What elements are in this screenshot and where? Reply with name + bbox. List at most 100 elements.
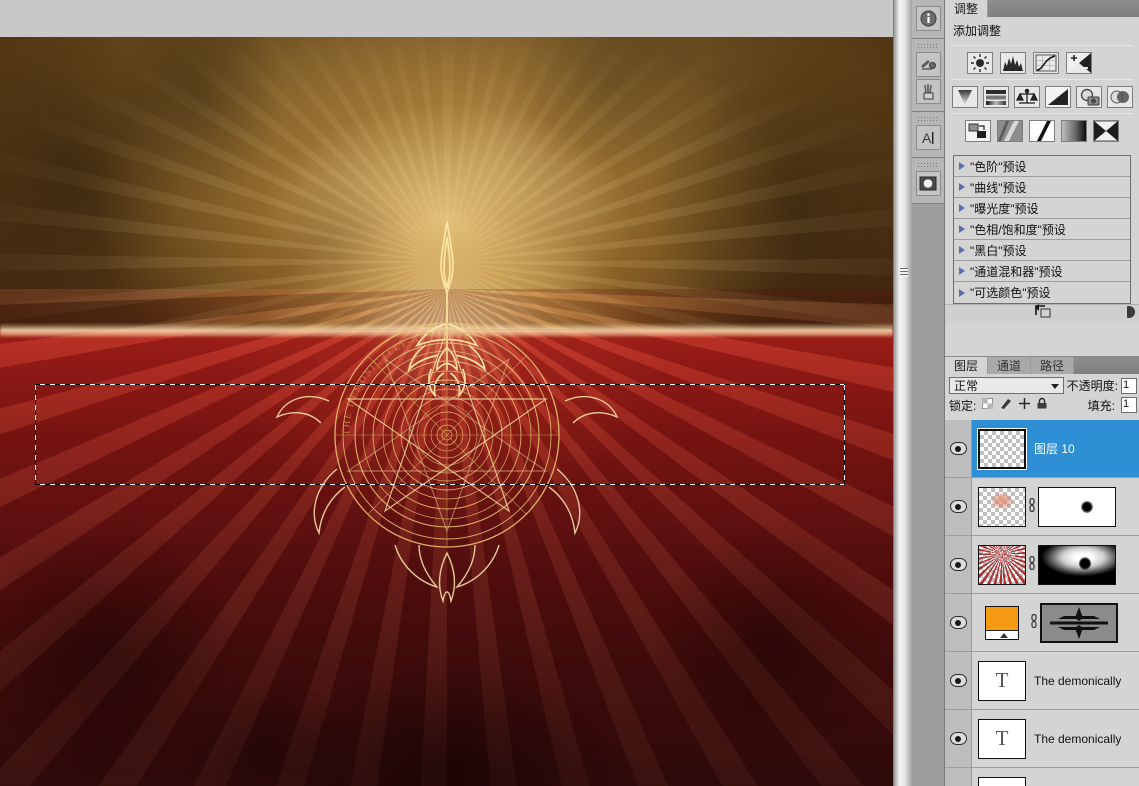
preset-item[interactable]: "通道混和器"预设 [954, 261, 1130, 282]
invert-icon[interactable] [965, 120, 991, 142]
layer-thumbnail[interactable]: T [978, 719, 1026, 759]
dock-drag-handle-type[interactable] [917, 116, 939, 122]
tab-adjustments[interactable]: 调整 [945, 0, 988, 17]
chevron-right-icon [959, 183, 965, 191]
opacity-label: 不透明度: [1067, 377, 1118, 394]
posterize-icon[interactable] [997, 120, 1023, 142]
layer-thumbnail[interactable] [978, 429, 1026, 469]
layer-mask-thumbnail[interactable] [1040, 603, 1118, 643]
adjustments-tabbar: 调整 [945, 0, 1139, 17]
dock-drag-handle-masks[interactable] [917, 162, 939, 168]
tool-presets-icon[interactable] [916, 52, 941, 77]
layer-row[interactable] [945, 536, 1139, 594]
layer-visibility-toggle[interactable] [945, 478, 972, 535]
curves-icon[interactable] [1033, 52, 1059, 74]
selection-marquee[interactable] [35, 384, 845, 485]
return-to-list-icon[interactable] [1034, 304, 1051, 324]
chevron-right-icon [959, 162, 965, 170]
marquee-edge-right [844, 384, 845, 485]
layer-mask-thumbnail[interactable] [1038, 487, 1116, 527]
info-icon[interactable] [916, 6, 941, 31]
adjustment-presets-list: "色阶"预设 "曲线"预设 "曝光度"预设 "色相/饱和度"预设 "黑白"预设 [953, 155, 1131, 304]
layers-panel: 图层 通道 路径 正常 不透明度: 1 锁定: [945, 356, 1139, 786]
adjustment-icon-row-1 [945, 46, 1139, 79]
right-panel-column: 调整 添加调整 [945, 0, 1139, 786]
character-icon[interactable]: A [916, 125, 941, 150]
adjustments-panel: 添加调整 [945, 17, 1139, 323]
vibrance-icon[interactable] [952, 86, 978, 108]
layer-row[interactable] [945, 478, 1139, 536]
dock-drag-handle[interactable] [917, 43, 939, 49]
lock-transparency-icon[interactable] [982, 396, 993, 414]
splitter-grip[interactable] [900, 268, 908, 277]
threshold-icon[interactable] [1029, 120, 1055, 142]
black-white-icon[interactable] [1045, 86, 1071, 108]
preset-item[interactable]: "黑白"预设 [954, 240, 1130, 261]
layer-name[interactable]: The demonically [1034, 732, 1121, 746]
preset-item[interactable]: "色相/饱和度"预设 [954, 219, 1130, 240]
layer-name[interactable]: The demonically [1034, 674, 1121, 688]
photo-filter-icon[interactable] [1076, 86, 1102, 108]
image-canvas[interactable]: THE DEMONICALLY-BESIEGED [0, 37, 893, 786]
layer-visibility-toggle[interactable] [945, 768, 972, 786]
layer-visibility-toggle[interactable] [945, 594, 972, 651]
mask-link-icon[interactable] [1028, 614, 1040, 631]
layer-visibility-toggle[interactable] [945, 710, 972, 767]
lock-row: 锁定: 填充: [945, 395, 1139, 415]
dock-empty-space [912, 204, 944, 764]
preset-label: "色阶"预设 [970, 158, 1027, 175]
chevron-right-icon [959, 204, 965, 212]
lock-position-icon[interactable] [1019, 396, 1030, 414]
exposure-icon[interactable] [1066, 52, 1092, 74]
preset-item[interactable]: "曲线"预设 [954, 177, 1130, 198]
layer-mask-thumbnail[interactable] [1038, 545, 1116, 585]
marquee-edge-bottom [35, 484, 845, 485]
layer-row[interactable]: T The demonically [945, 652, 1139, 710]
layer-row[interactable]: 图层 10 [945, 420, 1139, 478]
mask-link-icon[interactable] [1026, 556, 1038, 573]
layer-visibility-toggle[interactable] [945, 652, 972, 709]
layer-row[interactable]: T The demonically [945, 710, 1139, 768]
document-area: THE DEMONICALLY-BESIEGED [0, 0, 893, 786]
tab-paths[interactable]: 路径 [1031, 357, 1074, 374]
layer-thumbnail[interactable] [985, 606, 1019, 640]
tab-channels[interactable]: 通道 [988, 357, 1031, 374]
tab-layers[interactable]: 图层 [945, 357, 988, 374]
preset-item[interactable]: "可选颜色"预设 [954, 282, 1130, 303]
panel-splitter[interactable] [893, 0, 912, 786]
blend-mode-select[interactable]: 正常 [949, 377, 1064, 394]
lock-label: 锁定: [949, 397, 976, 414]
lock-all-icon[interactable] [1037, 396, 1047, 414]
channel-mixer-icon[interactable] [1107, 86, 1133, 108]
layer-thumbnail[interactable] [978, 545, 1026, 585]
layer-thumbnail[interactable] [978, 777, 1026, 786]
levels-icon[interactable] [1000, 52, 1026, 74]
eye-icon [950, 732, 967, 745]
layer-thumbnail[interactable]: T [978, 661, 1026, 701]
layer-row[interactable] [945, 594, 1139, 652]
layer-row[interactable] [945, 768, 1139, 786]
layer-visibility-toggle[interactable] [945, 536, 972, 593]
color-balance-icon[interactable] [1014, 86, 1040, 108]
hue-saturation-icon[interactable] [983, 86, 1009, 108]
type-layer-icon: T [996, 668, 1009, 693]
selective-color-icon[interactable] [1093, 120, 1119, 142]
layer-name[interactable]: 图层 10 [1034, 440, 1075, 457]
layer-list[interactable]: 图层 10 [945, 420, 1139, 786]
gradient-map-icon[interactable] [1061, 120, 1087, 142]
brightness-contrast-icon[interactable] [967, 52, 993, 74]
layer-thumbnail[interactable] [978, 487, 1026, 527]
masks-icon[interactable] [916, 171, 941, 196]
marquee-edge-top [35, 384, 845, 385]
brush-presets-icon[interactable] [916, 79, 941, 104]
preset-item[interactable]: "色阶"预设 [954, 156, 1130, 177]
preset-item[interactable]: "曝光度"预设 [954, 198, 1130, 219]
fill-input[interactable]: 1 [1121, 397, 1137, 413]
marquee-edge-left [35, 384, 36, 485]
chevron-right-icon [959, 246, 965, 254]
delete-adjustment-icon[interactable] [1127, 305, 1137, 324]
opacity-input[interactable]: 1 [1121, 378, 1137, 394]
layer-visibility-toggle[interactable] [945, 420, 972, 477]
mask-link-icon[interactable] [1026, 498, 1038, 515]
lock-image-icon[interactable] [1000, 396, 1012, 414]
